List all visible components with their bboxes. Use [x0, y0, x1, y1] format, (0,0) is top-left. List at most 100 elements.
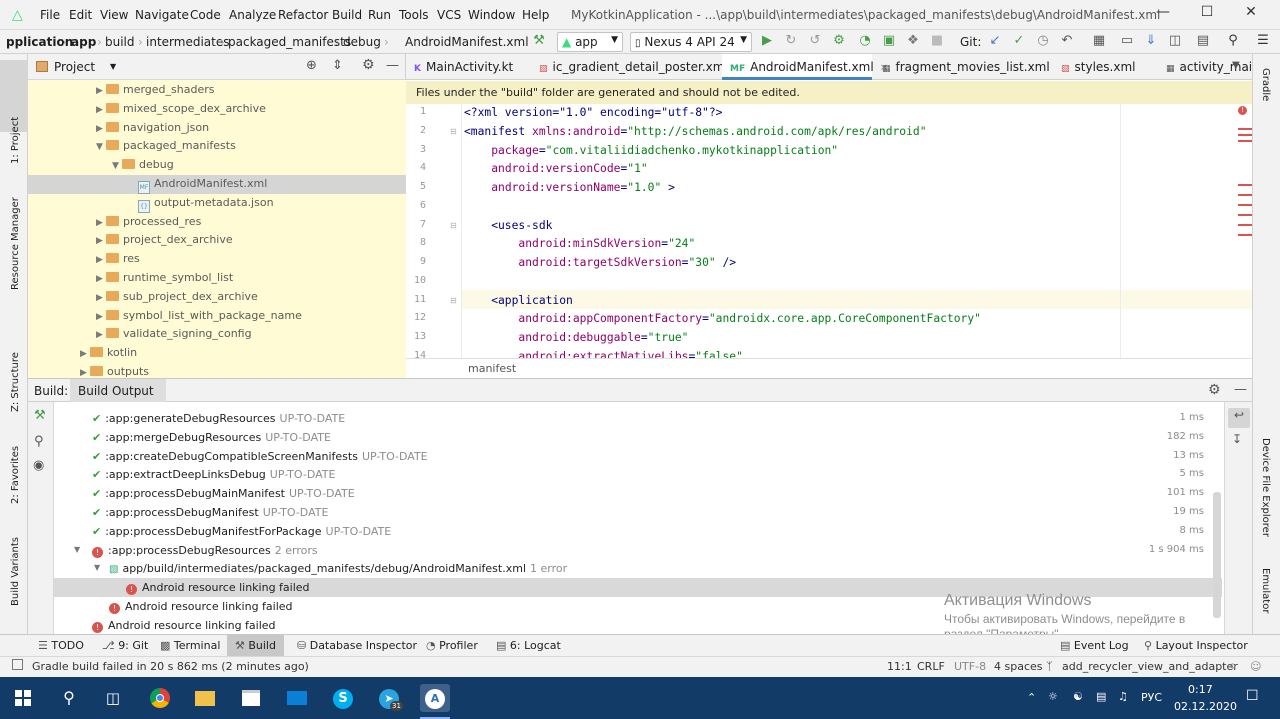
apply-code-changes-icon[interactable]: ↺ [806, 33, 824, 51]
fold-icon[interactable]: ⊟ [450, 296, 457, 305]
terminal-tool-button[interactable]: ▩ Terminal [160, 639, 220, 652]
locate-icon[interactable]: ⊕ [306, 58, 317, 73]
start-button[interactable] [8, 684, 38, 712]
build-row[interactable]: ✔:app:generateDebugResources UP-TO-DATE 1 … [54, 409, 1222, 428]
collapsed-arrow-icon[interactable]: ▶ [96, 218, 106, 228]
telegram-icon[interactable]: ➤ 31 [374, 684, 404, 712]
build-row[interactable]: ✔:app:createDebugCompatibleScreenManifes… [54, 447, 1222, 466]
project-view-select[interactable]: Project [54, 60, 95, 74]
error-stripe-mark[interactable] [1238, 134, 1252, 136]
collapsed-arrow-icon[interactable]: ▶ [80, 368, 90, 378]
hammer-build-icon[interactable]: ⚒ [530, 33, 548, 51]
menu-item-vcs[interactable]: VCS [437, 8, 461, 22]
collapsed-arrow-icon[interactable]: ▶ [96, 105, 106, 115]
menu-item-run[interactable]: Run [368, 8, 391, 22]
build-row[interactable]: ▼ !:app:processDebugResources 2 errors 1 s… [54, 541, 1222, 560]
gradle-tool-button[interactable]: Gradle [1260, 68, 1271, 101]
indent-setting[interactable]: 4 spaces [994, 660, 1043, 673]
tree-item[interactable]: ▶ outputs [28, 363, 406, 378]
tree-item[interactable]: MF AndroidManifest.xml [28, 175, 406, 194]
run-icon[interactable]: ▶ [758, 33, 776, 51]
build-scrollbar[interactable] [1213, 492, 1221, 618]
tab-editor-file[interactable]: ▦ fragment_movies_list.xml [874, 54, 1050, 80]
git-commit-icon[interactable]: ✓ [1010, 33, 1028, 51]
build-row[interactable]: ✔:app:processDebugManifest UP-TO-DATE 19 m… [54, 503, 1222, 522]
coverage-icon[interactable]: ▣ [880, 33, 898, 51]
tree-item[interactable]: ▶ project_dex_archive [28, 231, 406, 250]
collapsed-arrow-icon[interactable]: ▶ [96, 274, 106, 284]
skype-icon[interactable]: S [328, 684, 358, 712]
todo-tool-button[interactable]: ☰ TODO [38, 639, 84, 652]
debug-icon[interactable]: ⚙ [830, 33, 848, 51]
favorites-tool-button[interactable]: 2: Favorites [10, 446, 21, 504]
tree-item[interactable]: {} output-metadata.json [28, 194, 406, 213]
error-stripe-mark[interactable] [1238, 184, 1252, 186]
tree-item[interactable]: ▶ symbol_list_with_package_name [28, 307, 406, 326]
gear-icon[interactable]: ⚙ [1208, 382, 1221, 398]
build-row[interactable]: ✔:app:extractDeepLinksDebug UP-TO-DATE 5 m… [54, 465, 1222, 484]
collapsed-arrow-icon[interactable]: ▶ [96, 236, 106, 246]
menu-item-navigate[interactable]: Navigate [135, 8, 189, 22]
expanded-arrow-icon[interactable]: ▼ [96, 142, 106, 152]
menu-item-window[interactable]: Window [468, 8, 515, 22]
menu-item-file[interactable]: File [40, 8, 60, 22]
project-structure-icon[interactable]: ▦ [1090, 33, 1108, 51]
menu-item-analyze[interactable]: Analyze [229, 8, 276, 22]
close-button[interactable]: ✕ [1236, 4, 1266, 26]
fold-icon[interactable]: ⊟ [450, 127, 457, 136]
collapsed-arrow-icon[interactable]: ▶ [96, 312, 106, 322]
collapsed-arrow-icon[interactable]: ▶ [96, 86, 106, 96]
file-encoding[interactable]: UTF-8 [954, 660, 986, 673]
tray-chevron-icon[interactable]: ⌃ [1027, 691, 1036, 704]
clock-time[interactable]: 0:17 [1188, 683, 1213, 696]
tree-item[interactable]: ▶ processed_res [28, 213, 406, 232]
error-stripe-mark[interactable] [1238, 234, 1252, 236]
soft-wrap-icon[interactable]: ↩ [1228, 408, 1250, 428]
collapsed-arrow-icon[interactable]: ▶ [96, 293, 106, 303]
tree-item[interactable]: ▼ packaged_manifests [28, 137, 406, 156]
hide-panel-icon[interactable]: — [386, 58, 399, 73]
expanded-arrow-icon[interactable]: ▼ [112, 161, 122, 171]
menu-item-edit[interactable]: Edit [69, 8, 92, 22]
language-indicator[interactable]: РУС [1141, 691, 1162, 704]
collapse-all-icon[interactable]: ⇕ [332, 58, 343, 73]
breadcrumb-item[interactable]: intermediates [146, 35, 229, 49]
toggle-tool-windows-icon[interactable] [12, 659, 23, 670]
sdk-manager-icon[interactable]: ⇓ [1142, 33, 1160, 51]
device-file-explorer-tool-button[interactable]: Device File Explorer [1260, 438, 1271, 537]
tab-editor-file[interactable]: MF AndroidManifest.xml ✕ [722, 54, 888, 80]
tab-build-output[interactable]: Build Output ✕ [70, 379, 166, 412]
settings-icon[interactable]: ☰ [1254, 33, 1272, 51]
store-icon[interactable] [236, 684, 266, 712]
git-tool-button[interactable]: ⎇ 9: Git [102, 639, 148, 652]
tabs-overflow-icon[interactable]: ▼ [1232, 60, 1240, 71]
pin-icon[interactable]: ⚲ [34, 434, 44, 449]
menu-item-refactor[interactable]: Refactor [278, 8, 328, 22]
device-select[interactable]: ▯ Nexus 4 API 24 ▼ [630, 32, 752, 52]
tree-item[interactable]: ▶ res [28, 250, 406, 269]
collapsed-arrow-icon[interactable]: ▶ [96, 124, 106, 134]
fold-icon[interactable]: ⊟ [450, 221, 457, 230]
android-studio-taskbar-icon[interactable]: A [420, 684, 450, 712]
emulator-tool-button[interactable]: Emulator [1260, 568, 1271, 613]
menu-item-help[interactable]: Help [522, 8, 549, 22]
network-icon[interactable]: ▤ [1096, 690, 1106, 703]
build-row[interactable]: ▼ ▧ app/build/intermediates/packaged_manif… [54, 559, 1222, 578]
tab-editor-file[interactable]: ▧ styles.xml [1053, 54, 1155, 80]
collapsed-arrow-icon[interactable]: ▶ [96, 255, 106, 265]
error-stripe-mark[interactable] [1238, 204, 1252, 206]
tree-item[interactable]: ▶ sub_project_dex_archive [28, 288, 406, 307]
task-view-icon[interactable]: ◫ [98, 684, 128, 712]
xml-breadcrumb[interactable]: manifest [406, 358, 1252, 378]
eye-icon[interactable]: ◉ [33, 458, 44, 473]
breadcrumb-file[interactable]: AndroidManifest.xml [405, 35, 529, 49]
hammer-icon[interactable]: ⚒ [34, 408, 46, 423]
minimize-button[interactable]: — [1148, 4, 1178, 26]
collapsed-arrow-icon[interactable]: ▶ [80, 349, 90, 359]
search-icon[interactable]: ⚲ [1224, 33, 1242, 51]
maximize-button[interactable]: ☐ [1192, 4, 1222, 26]
error-stripe-mark[interactable] [1238, 128, 1252, 130]
error-stripe-mark[interactable] [1238, 214, 1252, 216]
run-config-select[interactable]: ▲ app ▼ [557, 32, 623, 52]
breadcrumb-item[interactable]: debug [343, 35, 381, 49]
